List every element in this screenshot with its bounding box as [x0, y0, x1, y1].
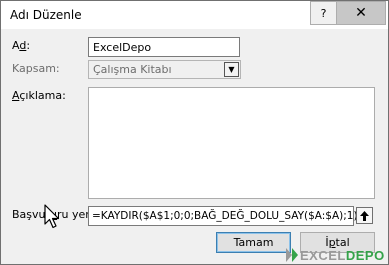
comment-label: Açıklama:: [12, 89, 66, 102]
name-input[interactable]: ExcelDepo: [88, 37, 240, 57]
close-button[interactable]: ✕: [336, 1, 386, 25]
help-button[interactable]: ?: [310, 1, 337, 25]
collapse-dialog-button[interactable]: [356, 207, 373, 224]
mouse-pointer-icon: [44, 204, 60, 229]
title-bar: Adı Düzenle ? ✕: [1, 1, 388, 29]
ok-button[interactable]: Tamam: [216, 232, 291, 253]
logo-text-excel: EXCEL: [300, 247, 346, 263]
logo-mark-icon: [286, 248, 298, 262]
excel-depo-logo: EXCEL DEPO: [286, 246, 386, 264]
help-icon: ?: [320, 6, 327, 20]
name-value: ExcelDepo: [93, 40, 152, 54]
chevron-down-icon[interactable]: ▼: [224, 62, 239, 77]
collapse-arrow-icon: [360, 210, 369, 221]
scope-label: Kapsam:: [12, 62, 60, 75]
comment-textarea[interactable]: [88, 87, 375, 199]
scope-select[interactable]: Çalışma Kitabı ▼: [88, 60, 241, 79]
dialog-title: Adı Düzenle: [10, 8, 82, 22]
refers-to-value: =KAYDIR($A$1;0;0;BAĞ_DEĞ_DOLU_SAY($A:$A)…: [92, 210, 358, 222]
close-icon: ✕: [355, 5, 367, 21]
refers-to-input[interactable]: =KAYDIR($A$1;0;0;BAĞ_DEĞ_DOLU_SAY($A:$A)…: [88, 206, 358, 226]
scope-value: Çalışma Kitabı: [93, 63, 172, 76]
logo-text-depo: DEPO: [345, 247, 385, 263]
name-label: Ad:: [12, 39, 31, 52]
comment-label-text: çıklama:: [19, 89, 66, 102]
name-label-mnemonic: d: [19, 39, 27, 52]
ok-label: Tamam: [233, 236, 274, 249]
